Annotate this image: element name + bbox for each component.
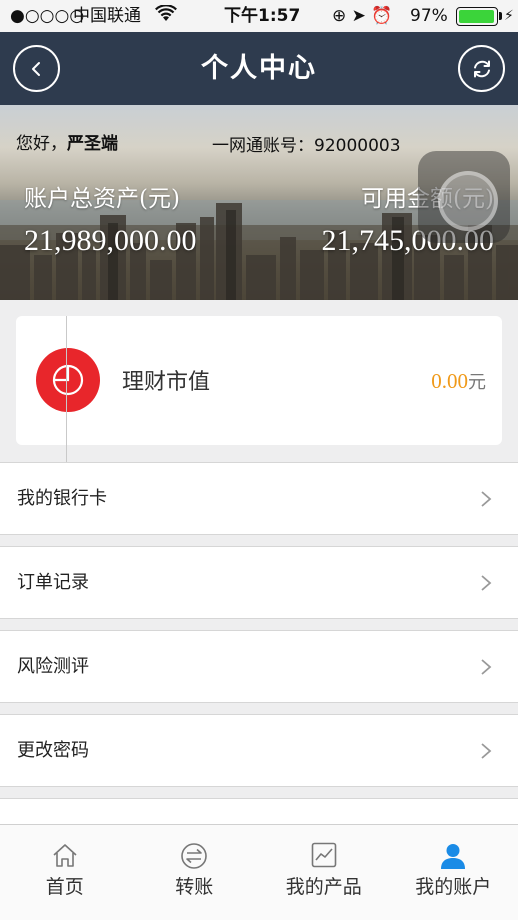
nav-bar: 个人中心 — [0, 32, 518, 105]
menu-item-label: 我的银行卡 — [17, 488, 107, 509]
menu-item-bank-cards[interactable]: 我的银行卡 — [0, 462, 518, 535]
pie-chart-icon — [36, 348, 100, 412]
tab-label: 转账 — [175, 876, 214, 898]
battery-icon — [456, 7, 498, 26]
assistive-touch-button[interactable] — [418, 151, 510, 243]
status-icons: ⊕ ➤ ⏰ — [332, 6, 393, 26]
clock: 下午1:57 — [224, 6, 301, 26]
refresh-button[interactable] — [458, 45, 505, 92]
account-number-line: 一网通账号：92000003 — [212, 131, 401, 156]
wealth-unit: 元 — [468, 372, 486, 393]
battery-percent: 97% — [410, 6, 448, 26]
user-name: 严圣端 — [67, 134, 118, 154]
status-bar: ●○○○○ 中国联通 下午1:57 ⊕ ➤ ⏰ 97% ⚡ — [0, 0, 518, 32]
menu-item-label: 风险测评 — [17, 656, 89, 677]
tab-label: 首页 — [45, 876, 84, 898]
chevron-right-icon — [481, 575, 492, 591]
tab-transfer[interactable]: 转账 — [130, 825, 260, 920]
chevron-right-icon — [481, 491, 492, 507]
tab-my-account[interactable]: 我的账户 — [389, 825, 518, 920]
wealth-value: 0.00元 — [431, 368, 486, 394]
chevron-left-icon — [31, 61, 40, 76]
menu-item-label: 更改密码 — [17, 740, 89, 761]
wealth-market-value-card[interactable]: 理财市值 0.00元 — [16, 316, 502, 445]
transfer-icon — [181, 843, 208, 869]
total-assets-value: 21,989,000.00 — [24, 224, 197, 257]
menu-item-risk-assessment[interactable]: 风险测评 — [0, 630, 518, 703]
home-icon — [53, 844, 77, 867]
tab-label: 我的产品 — [285, 876, 362, 898]
tab-home[interactable]: 首页 — [0, 825, 130, 920]
tab-label: 我的账户 — [415, 876, 492, 898]
account-number: 92000003 — [314, 136, 401, 156]
refresh-icon — [473, 60, 490, 77]
wealth-amount: 0.00 — [431, 369, 468, 393]
total-assets-label: 账户总资产(元) — [24, 186, 180, 212]
menu-item-change-password[interactable]: 更改密码 — [0, 714, 518, 787]
greeting: 您好，严圣端 — [16, 129, 118, 154]
chevron-right-icon — [481, 659, 492, 675]
menu-item-order-records[interactable]: 订单记录 — [0, 546, 518, 619]
charging-icon: ⚡ — [504, 8, 514, 24]
chart-icon — [311, 842, 337, 868]
account-summary-banner: 您好，严圣端 一网通账号：92000003 账户总资产(元) 可用金额(元) 2… — [0, 105, 518, 300]
tab-my-products[interactable]: 我的产品 — [259, 825, 389, 920]
wifi-icon — [155, 4, 177, 28]
timeline-divider — [66, 316, 67, 462]
greeting-prefix: 您好， — [16, 134, 67, 154]
battery-tip — [499, 12, 502, 20]
carrier-name: 中国联通 — [73, 6, 141, 26]
tab-bar: 首页 转账 我的产品 我的账户 — [0, 824, 518, 920]
account-label: 一网通账号： — [212, 136, 314, 156]
user-icon — [441, 844, 466, 869]
back-button[interactable] — [13, 45, 60, 92]
page-title: 个人中心 — [201, 53, 317, 84]
wealth-label: 理财市值 — [122, 370, 211, 395]
chevron-right-icon — [481, 743, 492, 759]
menu-item-label: 订单记录 — [17, 572, 89, 593]
